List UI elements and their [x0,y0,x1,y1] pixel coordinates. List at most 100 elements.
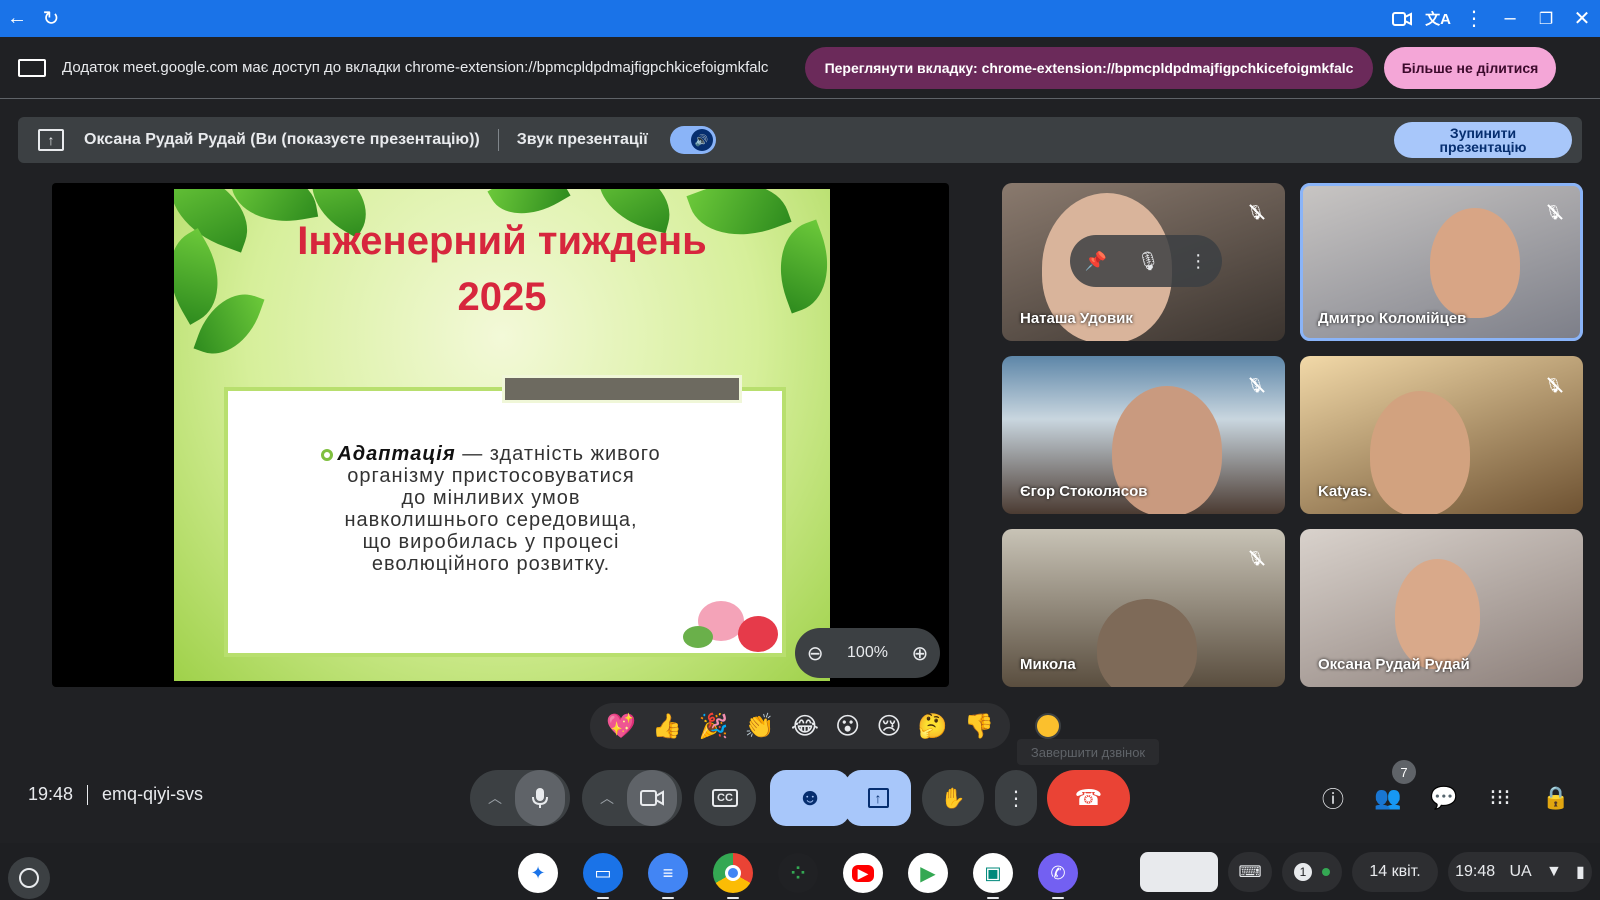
reaction-surprised[interactable]: 😮 [835,712,860,741]
slide-year: 2025 [457,275,547,319]
call-end-icon: ☎ [1074,785,1103,810]
zoom-in-icon[interactable]: ⊕ [911,641,928,666]
videocam-icon [640,790,664,806]
status-dot-icon [1322,868,1330,876]
tote-preview[interactable] [1140,852,1218,892]
reaction-clap[interactable]: 👏 [745,712,775,741]
close-icon[interactable]: ✕ [1564,0,1600,37]
more-vert-icon: ⋮ [1006,787,1026,810]
stop-presenting-button[interactable]: Зупинити презентацію [1394,122,1572,158]
viber-app-icon[interactable]: ✆ [1038,853,1078,899]
divider [87,784,89,805]
files-app-icon[interactable]: ▭ [583,853,623,899]
view-tab-button[interactable]: Переглянути вкладку: chrome-extension://… [805,47,1373,89]
status-area[interactable]: 19:48 UA ▼ ▮ [1448,852,1592,892]
reactions-button[interactable]: ☻ [770,770,850,826]
chevron-up-icon[interactable]: ︿ [475,788,515,808]
divider [497,129,499,151]
reload-icon[interactable]: ↻ [34,0,68,37]
meet-app-icon[interactable]: ▣ [973,853,1013,899]
tile-hover-controls: 📌 🎙 ⋮ [1070,235,1222,287]
participant-tile-active[interactable]: 🎙 Дмитро Коломійцев [1300,183,1583,341]
definition-line: до мінливих умов [401,487,581,509]
apps-grid-icon[interactable]: ⁘ [778,853,818,893]
reaction-laugh[interactable]: 😂 [791,712,819,741]
camera-icon[interactable] [1384,0,1420,37]
participant-tile[interactable]: 🎙 Микола [1002,529,1285,687]
more-vert-icon[interactable]: ⋮ [1189,251,1207,272]
play-store-icon[interactable]: ▶ [908,853,948,893]
slide-title: Інженерний тиждень [297,219,707,263]
keyboard-icon[interactable]: ⌨ [1228,852,1272,892]
participant-name: Katyas. [1318,483,1372,500]
stop-presenting-line2: презентацію [1439,139,1527,155]
zoom-level: 100% [847,644,888,661]
mic-icon [532,788,548,808]
stop-sharing-button[interactable]: Більше не ділитися [1384,47,1556,89]
mic-off-icon: 🎙 [1245,374,1267,396]
reaction-heart[interactable]: 💖 [606,712,636,741]
sharing-message: Додаток meet.google.com має доступ до вк… [62,59,769,76]
mic-button[interactable] [515,770,565,826]
participant-tile[interactable]: 🎙 Єгор Стоколясов [1002,356,1285,514]
notification-tray[interactable]: 1 [1282,852,1342,892]
present-button[interactable]: ↑ [845,770,911,826]
participant-video [1430,208,1520,318]
title-bar: ← ↻ 文A ⋮ – ❐ ✕ [0,0,1600,37]
host-controls-icon[interactable]: 🔒 [1536,780,1576,816]
tab-sharing-bar: Додаток meet.google.com має доступ до вк… [0,37,1600,99]
camera-button[interactable] [627,770,677,826]
end-call-button[interactable]: ☎ [1047,770,1130,826]
docs-app-icon[interactable]: ≡ [648,853,688,899]
restore-icon[interactable]: ❐ [1528,0,1564,37]
participant-tile[interactable]: 📌 🎙 ⋮ 🎙 Наташа Удовик [1002,183,1285,341]
pin-icon[interactable]: 📌 [1085,251,1107,272]
reaction-thumbs-up[interactable]: 👍 [652,712,682,741]
presenting-bar: ↑ Оксана Рудай Рудай (Ви (показуєте през… [18,117,1582,163]
mic-off-icon[interactable]: 🎙 [1137,251,1160,272]
people-icon[interactable]: 👥 [1368,780,1408,816]
chrome-app-icon[interactable] [713,853,753,899]
chevron-up-icon[interactable]: ︿ [587,788,627,808]
gemini-app-icon[interactable]: ✦ [518,853,558,893]
leaf-decoration [683,626,713,648]
more-options-button[interactable]: ⋮ [995,770,1037,826]
raise-hand-button[interactable]: ✋ [922,770,984,826]
meeting-code[interactable]: emq-qiyi-svs [102,784,203,805]
info-icon[interactable]: ⓘ [1313,780,1353,816]
launcher-icon[interactable] [8,857,50,899]
mic-off-icon: 🎙 [1543,201,1565,223]
participant-tile[interactable]: 🎙 Katyas. [1300,356,1583,514]
translate-icon[interactable]: 文A [1420,0,1456,37]
more-vert-icon[interactable]: ⋮ [1456,0,1492,37]
date-tray[interactable]: 14 квіт. [1352,852,1438,892]
closed-captions-icon: CC [712,789,738,807]
participants-count-badge: 7 [1392,760,1416,784]
reaction-thumbs-down[interactable]: 👎 [964,712,994,741]
activities-icon[interactable]: ⁝⁝⁝ [1480,780,1520,816]
presentation-audio-toggle[interactable]: 🔊 [669,126,716,154]
meeting-time: 19:48 [28,784,74,804]
reaction-thinking[interactable]: 🤔 [918,712,948,741]
participant-video [1097,599,1197,687]
clock: 19:48 [1455,863,1496,880]
chat-icon[interactable]: 💬 [1424,780,1464,816]
minimize-icon[interactable]: – [1492,0,1528,37]
arrow-left-icon[interactable]: ← [0,0,34,37]
present-icon: ↑ [38,129,64,151]
mic-off-icon: 🎙 [1543,374,1565,396]
participant-tile[interactable]: Оксана Рудай Рудай [1300,529,1583,687]
youtube-app-icon[interactable]: ▶ [843,853,883,893]
zoom-out-icon[interactable]: ⊖ [807,641,824,666]
definition-term: Адаптація [337,443,456,465]
present-screen-icon: ↑ [867,788,889,808]
volume-icon: 🔊 [690,129,713,151]
screen-share-icon [18,58,46,77]
skin-tone-picker[interactable] [1035,713,1061,739]
hand-icon: ✋ [940,787,966,810]
slide-header-tab [502,375,742,403]
meeting-info: 19:48 emq-qiyi-svs [28,784,203,805]
reaction-party[interactable]: 🎉 [698,712,728,741]
captions-button[interactable]: CC [694,770,756,826]
reaction-sad[interactable]: 😢 [876,712,901,741]
